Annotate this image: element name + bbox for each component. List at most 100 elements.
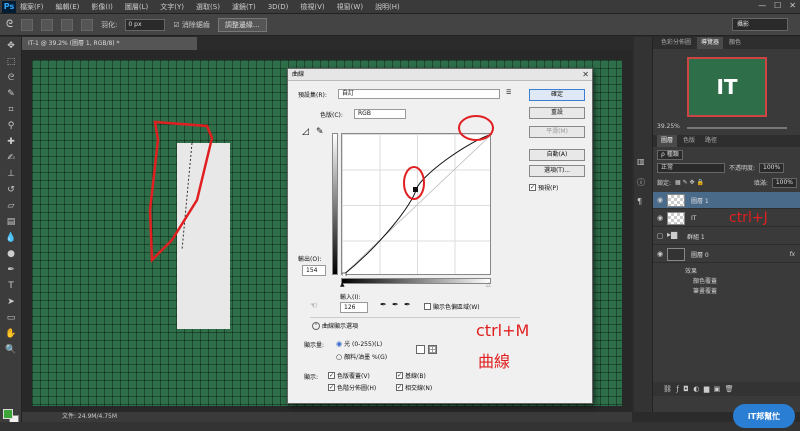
- refine-edge-button[interactable]: 調整邊緣...: [217, 17, 267, 32]
- menu-filter[interactable]: 濾鏡(T): [232, 2, 256, 12]
- mask-icon[interactable]: ◘: [683, 385, 689, 393]
- trash-icon[interactable]: 🗑: [725, 385, 734, 393]
- menu-view[interactable]: 檢視(V): [300, 2, 324, 12]
- lasso-tool-icon[interactable]: ᘓ: [4, 71, 18, 85]
- layer-row[interactable]: ◉ IT: [653, 210, 800, 227]
- pen-tool-icon[interactable]: ✒: [4, 263, 18, 277]
- menu-layer[interactable]: 圖層(L): [125, 2, 148, 12]
- menu-image[interactable]: 影像(I): [91, 2, 113, 12]
- history-panel-icon[interactable]: ▥: [637, 157, 645, 166]
- lock-icons[interactable]: ▦ ✎ ✥ 🔒: [675, 179, 704, 186]
- eyedropper-tool-icon[interactable]: ⚲: [4, 119, 18, 133]
- layer-row[interactable]: ◉ 圖層 1: [653, 192, 800, 209]
- antialias-checkbox[interactable]: ☑ 消除鋸齒: [173, 20, 210, 30]
- tab-paths[interactable]: 路徑: [701, 135, 721, 147]
- add-selection-button[interactable]: [41, 18, 54, 31]
- blur-tool-icon[interactable]: 💧: [4, 231, 18, 245]
- new-selection-button[interactable]: [21, 18, 34, 31]
- baseline-checkbox[interactable]: ✓ 基線(B): [396, 371, 426, 380]
- grid-detailed-button[interactable]: [428, 345, 437, 354]
- new-group-icon[interactable]: ▆: [704, 385, 709, 393]
- menu-window[interactable]: 視窗(W): [337, 2, 363, 12]
- shape-tool-icon[interactable]: ▭: [4, 311, 18, 325]
- menu-select[interactable]: 選取(S): [196, 2, 220, 12]
- light-radio[interactable]: ◉ 光 (0-255)(L): [336, 339, 382, 349]
- auto-button[interactable]: 自動(A): [529, 149, 585, 161]
- ok-button[interactable]: 確定: [529, 89, 585, 101]
- fx-icon[interactable]: fx: [789, 251, 795, 258]
- on-image-adjust-icon[interactable]: ☜: [310, 301, 317, 310]
- preview-checkbox[interactable]: ✓ 預視(P): [529, 183, 558, 192]
- tab-navigator[interactable]: 導覽器: [697, 37, 724, 49]
- channel-overlay-checkbox[interactable]: ✓ 色版覆蓋(V): [328, 371, 370, 380]
- foreground-color-swatch[interactable]: [3, 409, 13, 419]
- info-panel-icon[interactable]: ⓘ: [637, 177, 645, 188]
- feather-input[interactable]: 0 px: [125, 18, 166, 31]
- layer-row[interactable]: ▢ ▸▆ 群組 1: [653, 228, 800, 245]
- history-brush-icon[interactable]: ↺: [4, 183, 18, 197]
- intersection-checkbox[interactable]: ✓ 相交線(N): [396, 383, 432, 392]
- tab-color[interactable]: 顏色: [725, 37, 745, 49]
- close-icon[interactable]: ✕: [789, 1, 796, 10]
- reset-button[interactable]: 重設: [529, 107, 585, 119]
- zoom-tool-icon[interactable]: 🔍: [4, 343, 18, 357]
- eraser-tool-icon[interactable]: ▱: [4, 199, 18, 213]
- menu-3d[interactable]: 3D(D): [268, 3, 289, 11]
- white-slider-icon[interactable]: △: [486, 281, 491, 288]
- black-eyedropper-icon[interactable]: ✒: [380, 300, 387, 309]
- eye-off-icon[interactable]: ▢: [653, 232, 667, 240]
- link-icon[interactable]: ⛓: [663, 385, 672, 393]
- fx-add-icon[interactable]: ƒ: [676, 385, 678, 393]
- layer-kind-filter[interactable]: ρ 種類: [657, 149, 683, 160]
- smooth-button[interactable]: 平滑(M): [529, 126, 585, 138]
- tab-channels[interactable]: 色版: [679, 135, 699, 147]
- healing-tool-icon[interactable]: ✚: [4, 135, 18, 149]
- zoom-value[interactable]: 39.25%: [657, 123, 680, 130]
- navigator-thumbnail[interactable]: IT: [687, 57, 767, 117]
- document-tab[interactable]: IT-1 @ 39.2% (圖層 1, RGB/8) *: [22, 37, 197, 50]
- maximize-icon[interactable]: ☐: [774, 1, 781, 10]
- fill-input[interactable]: 100%: [771, 177, 797, 188]
- pigment-radio[interactable]: ○ 顏料/油墨 %(G): [336, 352, 387, 362]
- display-options-toggle[interactable]: ⌃ 曲線顯示選項: [312, 321, 358, 330]
- preset-select[interactable]: 自訂: [338, 89, 500, 99]
- preset-menu-icon[interactable]: ☰: [506, 89, 511, 96]
- eye-icon[interactable]: ◉: [653, 214, 667, 222]
- options-button[interactable]: 選項(T)...: [529, 165, 585, 177]
- minimize-icon[interactable]: —: [758, 1, 766, 10]
- dialog-close-icon[interactable]: ✕: [582, 70, 589, 79]
- show-clipping-checkbox[interactable]: 顯示色偏區域(W): [424, 302, 480, 311]
- quick-select-tool-icon[interactable]: ✎: [4, 87, 18, 101]
- histogram-checkbox[interactable]: ✓ 色階分佈圖(H): [328, 383, 376, 392]
- zoom-slider[interactable]: [687, 127, 787, 129]
- gradient-tool-icon[interactable]: ▤: [4, 215, 18, 229]
- eye-icon[interactable]: ◉: [653, 196, 667, 204]
- gray-eyedropper-icon[interactable]: ✒: [392, 300, 399, 309]
- path-select-tool-icon[interactable]: ➤: [4, 295, 18, 309]
- menu-type[interactable]: 文字(Y): [160, 2, 184, 12]
- channel-select[interactable]: RGB: [354, 109, 406, 119]
- menu-file[interactable]: 檔案(F): [20, 2, 44, 12]
- move-tool-icon[interactable]: ✥: [4, 39, 18, 53]
- grid-simple-button[interactable]: [416, 345, 425, 354]
- input-input[interactable]: 126: [340, 302, 368, 313]
- output-input[interactable]: 154: [302, 265, 326, 276]
- tab-layers[interactable]: 圖層: [657, 135, 678, 147]
- blend-mode-select[interactable]: 正常: [657, 162, 725, 173]
- hand-tool-icon[interactable]: ✋: [4, 327, 18, 341]
- opacity-input[interactable]: 100%: [759, 162, 785, 173]
- workspace-select[interactable]: 攝影: [732, 18, 788, 31]
- dodge-tool-icon[interactable]: ●: [4, 247, 18, 261]
- type-tool-icon[interactable]: T: [4, 279, 18, 293]
- tab-histogram[interactable]: 色彩分佈圖: [657, 37, 695, 49]
- curve-edit-icon[interactable]: ◿: [302, 127, 309, 137]
- layer-row[interactable]: ◉ 圖層 0 fx: [653, 246, 800, 263]
- curve-graph[interactable]: [341, 133, 492, 276]
- stamp-tool-icon[interactable]: ⊥: [4, 167, 18, 181]
- eye-icon[interactable]: ◉: [653, 250, 667, 258]
- white-eyedropper-icon[interactable]: ✒: [404, 300, 411, 309]
- crop-tool-icon[interactable]: ⌗: [4, 103, 18, 117]
- effect-color-overlay[interactable]: 顏色覆蓋: [693, 276, 717, 285]
- lasso-tool-icon[interactable]: ᘓ: [6, 19, 13, 30]
- adjust-icon[interactable]: ◐: [693, 385, 699, 393]
